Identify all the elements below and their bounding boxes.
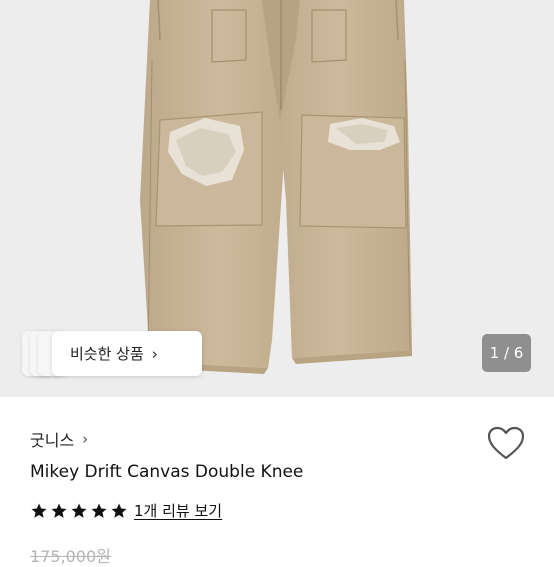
star-filled-icon <box>51 503 67 518</box>
chevron-right-icon: › <box>82 430 89 448</box>
rating-row: 1개 리뷰 보기 <box>30 500 222 521</box>
star-rating <box>30 502 128 520</box>
star-filled-icon <box>31 503 47 518</box>
star-filled-icon <box>91 503 107 518</box>
image-counter: 1 / 6 <box>482 334 531 372</box>
shop-name: 굿니스 <box>30 431 75 450</box>
similar-products-button[interactable]: 비슷한 상품 › <box>52 331 202 376</box>
original-price: 175,000원 <box>30 547 111 566</box>
product-title: Mikey Drift Canvas Double Knee <box>30 462 304 482</box>
shop-link[interactable]: 굿니스 › <box>30 427 88 451</box>
product-image-gallery[interactable]: 비슷한 상품 › 1 / 6 <box>0 0 554 397</box>
star-filled-icon <box>111 503 127 518</box>
review-link[interactable]: 1개 리뷰 보기 <box>134 500 222 521</box>
similar-products-label: 비슷한 상품 <box>70 345 144 363</box>
chevron-right-icon: › <box>151 344 158 363</box>
heart-outline-icon[interactable] <box>486 425 526 461</box>
star-filled-icon <box>71 503 87 518</box>
